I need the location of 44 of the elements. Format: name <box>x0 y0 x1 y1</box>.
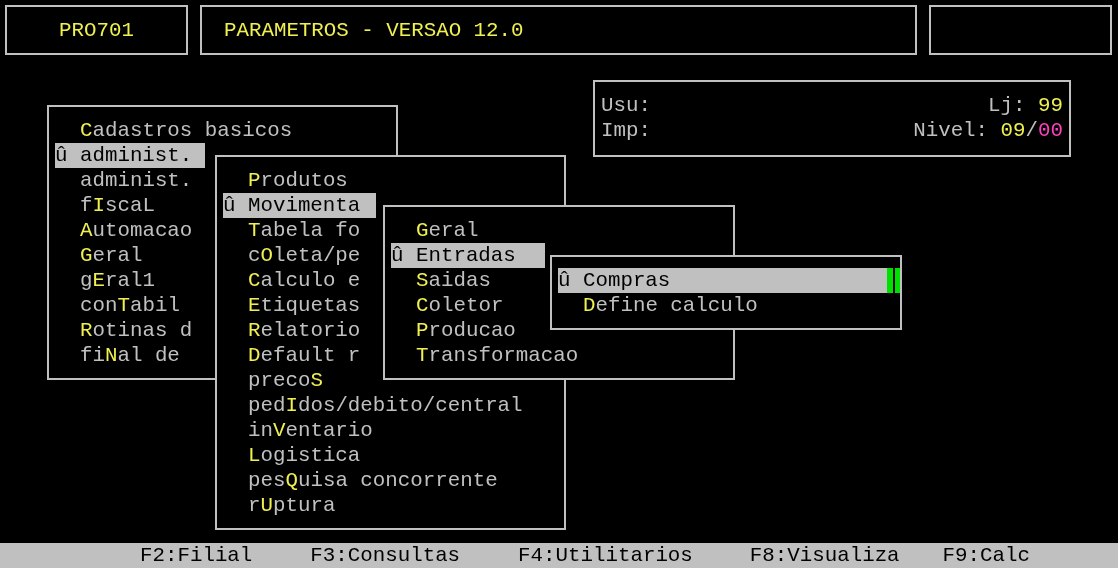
menu-item[interactable]: û administ. <box>55 143 205 168</box>
menu-item[interactable]: fiNal de <box>55 343 180 368</box>
menu-item[interactable]: Produtos <box>223 168 348 193</box>
menu-item[interactable]: cOleta/pe <box>223 243 361 268</box>
function-key-hint: F3:Consultas <box>310 543 461 568</box>
menu-item[interactable]: Coletor <box>391 293 504 318</box>
menu-item[interactable]: rUptura <box>223 493 336 518</box>
function-key-hint: F4:Utilitarios <box>518 543 693 568</box>
menu-item[interactable]: û Compras <box>558 268 888 293</box>
menu-item[interactable]: gEral1 <box>55 268 155 293</box>
menu-item[interactable]: Geral <box>55 243 143 268</box>
menu-item[interactable]: Default r <box>223 343 361 368</box>
menu-item[interactable]: conTabil <box>55 293 180 318</box>
menu-item[interactable]: Tabela fo <box>223 218 361 243</box>
cursor-icon <box>887 268 900 293</box>
printer-label: Imp: <box>601 118 651 143</box>
program-code: PRO701 <box>59 17 134 43</box>
menu-item[interactable]: Calculo e <box>223 268 361 293</box>
menu-item[interactable]: precoS <box>223 368 323 393</box>
menu-item[interactable]: pedIdos/debito/central <box>223 393 523 418</box>
menu-item[interactable]: Automacao <box>55 218 193 243</box>
store-info: Lj: 99 <box>988 93 1063 118</box>
screen-title: PARAMETROS - VERSAO 12.0 <box>224 17 524 43</box>
menu-item[interactable]: pesQuisa concorrente <box>223 468 498 493</box>
user-label: Usu: <box>601 93 651 118</box>
menu-item[interactable]: û Entradas <box>391 243 545 268</box>
nivel-info: Nivel: 09/00 <box>913 118 1063 143</box>
function-key-hint: F8:Visualiza <box>749 543 900 568</box>
menu-item[interactable]: Cadastros basicos <box>55 118 293 143</box>
menu-item[interactable]: Logistica <box>223 443 361 468</box>
menu-item[interactable]: administ. <box>55 168 193 193</box>
menu-item[interactable]: Geral <box>391 218 479 243</box>
function-key-hint: F9:Calc <box>942 543 1030 568</box>
menu-item[interactable]: Etiquetas <box>223 293 361 318</box>
function-key-hint: F2:Filial <box>140 543 253 568</box>
menu-item[interactable]: Relatorio <box>223 318 361 343</box>
menu-item[interactable]: Saidas <box>391 268 491 293</box>
menu-item[interactable]: û Movimenta <box>223 193 376 218</box>
menu-item[interactable]: fIscaL <box>55 193 155 218</box>
menu-item[interactable]: inVentario <box>223 418 373 443</box>
menu-item[interactable]: Rotinas d <box>55 318 193 343</box>
menu-item[interactable]: Producao <box>391 318 516 343</box>
menu-item[interactable]: Transformacao <box>391 343 579 368</box>
menu-item[interactable]: Define calculo <box>558 293 758 318</box>
